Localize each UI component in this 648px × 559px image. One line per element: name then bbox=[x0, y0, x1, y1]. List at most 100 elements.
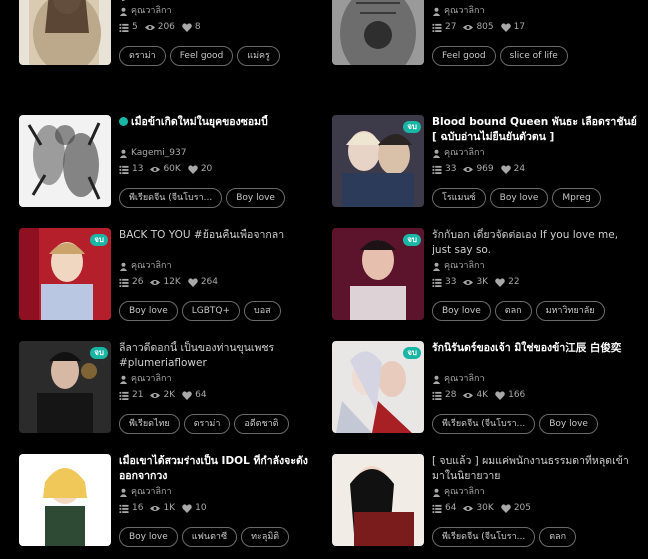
author-name: คุณวาลิกา bbox=[444, 487, 485, 497]
author-line[interactable]: คุณวาลิกา bbox=[119, 486, 324, 498]
novel-title-text: [ จบแล้ว ] ผมแค่พนักงานธรรมดาที่หลุดเข้า… bbox=[432, 455, 629, 482]
author-name: Kagemi_937 bbox=[131, 148, 187, 158]
author-line[interactable]: คุณวาลิกา bbox=[432, 373, 637, 385]
tag-pill[interactable]: พีเรียดจีน (จีนโบรา... bbox=[119, 188, 223, 208]
tag-pill[interactable]: ดราม่า bbox=[183, 414, 231, 434]
cover-image[interactable]: จบ bbox=[332, 228, 424, 320]
novel-card[interactable]: จบ ลีลาวดีดอกนี้ เป็นของท่านขุนเพชร #plum… bbox=[19, 341, 319, 441]
completed-badge: จบ bbox=[403, 234, 421, 246]
author-name: คุณวาลิกา bbox=[131, 6, 172, 16]
eye-icon bbox=[150, 504, 163, 513]
novel-title[interactable]: เมื่อเขาได้สวมร่างเป็น IDOL ที่กำลังจะดั… bbox=[119, 454, 324, 484]
novel-title[interactable]: ลีลาวดีดอกนี้ เป็นของท่านขุนเพชร #plumer… bbox=[119, 341, 324, 371]
tag-list: Boy love LGBTQ+ บอส bbox=[119, 301, 285, 321]
tag-pill[interactable]: Feel good bbox=[169, 46, 234, 66]
tag-pill[interactable]: Feel good bbox=[432, 46, 496, 66]
author-line[interactable]: คุณวาลิกา bbox=[432, 486, 637, 498]
author-line[interactable]: คุณวาลิกา bbox=[432, 5, 637, 17]
list-icon bbox=[119, 23, 132, 32]
tag-pill[interactable]: พีเรียดไทย bbox=[119, 414, 180, 434]
tag-pill[interactable]: Boy love bbox=[119, 527, 178, 547]
novel-title-text: Blood bound Queen พันธะ เลือดราชันย์ [ ฉ… bbox=[432, 116, 637, 143]
tag-pill[interactable]: Boy love bbox=[539, 414, 598, 434]
author-line[interactable]: คุณวาลิกา bbox=[432, 260, 637, 272]
cover-image[interactable]: จบ bbox=[332, 0, 424, 65]
author-line[interactable]: Kagemi_937 bbox=[119, 147, 324, 159]
card-info: ต้องมนต์ทลงใหล ภาค ๒ ( ภาคต่อจาก เรื่อง … bbox=[119, 0, 324, 33]
tag-pill[interactable]: ตลก bbox=[539, 527, 577, 547]
view-count: 60K bbox=[163, 164, 181, 174]
tag-pill[interactable]: ดราม่า bbox=[119, 46, 166, 66]
author-line[interactable]: คุณวาลิกา bbox=[432, 147, 637, 159]
stats-row: 5 206 8 bbox=[119, 21, 324, 33]
eye-icon bbox=[150, 165, 163, 174]
tag-pill[interactable]: แม่ครู bbox=[237, 46, 280, 66]
completed-badge: จบ bbox=[90, 347, 108, 359]
novel-card[interactable]: เมื่อเขาได้สวมร่างเป็น IDOL ที่กำลังจะดั… bbox=[19, 454, 319, 554]
user-icon bbox=[432, 7, 444, 16]
author-line[interactable]: คุณวาลิกา bbox=[119, 373, 324, 385]
like-count: 166 bbox=[508, 390, 526, 400]
author-line[interactable]: คุณวาลิกา bbox=[119, 5, 324, 17]
novel-card[interactable]: จบ รักนิรันดร์ของเจ้า มิใช่ของข้า江辰 白俊奕 คุ… bbox=[332, 341, 632, 441]
novel-card[interactable]: จบผูกจิต ภาค ๑คุณวาลิกา2780517Feel goods… bbox=[332, 0, 632, 73]
like-count: 20 bbox=[200, 164, 213, 174]
tag-pill[interactable]: มหาวิทยาลัย bbox=[535, 301, 605, 321]
eye-icon bbox=[463, 391, 476, 400]
view-count: 2K bbox=[163, 390, 176, 400]
user-icon bbox=[432, 262, 444, 271]
cover-image[interactable] bbox=[19, 115, 111, 207]
tag-pill[interactable]: Boy love bbox=[489, 188, 549, 208]
like-count: 264 bbox=[200, 277, 218, 287]
tag-pill[interactable]: พีเรียดจีน (จีนโบรา... bbox=[432, 527, 536, 547]
tag-list: ดราม่า Feel good แม่ครู bbox=[119, 46, 284, 66]
heart-icon bbox=[501, 503, 514, 513]
novel-card[interactable]: เมื่อข้าเกิดใหม่ในยุคของซอมบี้ Kagemi_937… bbox=[19, 115, 319, 215]
tag-pill[interactable]: โรแมนซ์ bbox=[432, 188, 486, 208]
like-count: 8 bbox=[194, 22, 201, 32]
tag-pill[interactable]: Boy love bbox=[119, 301, 178, 321]
heart-icon bbox=[500, 164, 514, 174]
novel-card[interactable]: จบ รักกับอก เดี๋ยวจัดต่อเอง If you love m… bbox=[332, 228, 632, 328]
cover-image[interactable]: จบ bbox=[332, 341, 424, 433]
novel-title[interactable]: [ จบแล้ว ] ผมแค่พนักงานธรรมดาที่หลุดเข้า… bbox=[432, 454, 637, 484]
novel-title[interactable]: เมื่อข้าเกิดใหม่ในยุคของซอมบี้ bbox=[119, 115, 324, 145]
novel-card[interactable]: [ จบแล้ว ] ผมแค่พนักงานธรรมดาที่หลุดเข้า… bbox=[332, 454, 632, 554]
tag-pill[interactable]: Boy love bbox=[432, 301, 491, 321]
tag-pill[interactable]: ทะลุมิติ bbox=[241, 527, 290, 547]
like-count: 17 bbox=[513, 22, 526, 32]
cover-image[interactable] bbox=[332, 454, 424, 546]
like-count: 22 bbox=[508, 277, 520, 287]
list-icon bbox=[432, 278, 445, 287]
tag-list: Boy love แฟนตาซี ทะลุมิติ bbox=[119, 527, 293, 547]
novel-title[interactable]: ผูกจิต ภาค ๑ bbox=[432, 0, 637, 3]
tag-pill[interactable]: Boy love bbox=[226, 188, 285, 208]
list-icon bbox=[119, 278, 132, 287]
novel-title-text: เมื่อข้าเกิดใหม่ในยุคของซอมบี้ bbox=[131, 116, 268, 128]
tag-pill[interactable]: พีเรียดจีน (จีนโบรา... bbox=[432, 414, 536, 434]
novel-title[interactable]: Blood bound Queen พันธะ เลือดราชันย์ [ ฉ… bbox=[432, 115, 637, 145]
novel-card[interactable]: จบ BACK TO YOU #ย้อนคืนเพื่อจากลา คุณวาลิก… bbox=[19, 228, 319, 328]
author-line[interactable]: คุณวาลิกา bbox=[119, 260, 324, 272]
novel-title[interactable]: รักนิรันดร์ของเจ้า มิใช่ของข้า江辰 白俊奕 bbox=[432, 341, 637, 371]
list-icon bbox=[432, 391, 445, 400]
novel-title[interactable]: รักกับอก เดี๋ยวจัดต่อเอง If you love me,… bbox=[432, 228, 637, 258]
novel-card[interactable]: จบ Blood bound Queen พันธะ เลือดราชันย์ [… bbox=[332, 115, 637, 215]
tag-pill[interactable]: LGBTQ+ bbox=[181, 301, 241, 321]
heart-icon bbox=[495, 277, 508, 287]
novel-title[interactable]: ต้องมนต์ทลงใหล ภาค ๒ ( ภาคต่อจาก เรื่อง … bbox=[119, 0, 324, 3]
tag-pill[interactable]: slice of life bbox=[499, 46, 568, 66]
tag-pill[interactable]: อดีตชาติ bbox=[234, 414, 289, 434]
tag-pill[interactable]: ตลก bbox=[494, 301, 532, 321]
cover-image[interactable]: จบ bbox=[19, 228, 111, 320]
novel-title[interactable]: BACK TO YOU #ย้อนคืนเพื่อจากลา bbox=[119, 228, 324, 258]
cover-image[interactable] bbox=[19, 0, 111, 65]
eye-icon bbox=[150, 391, 163, 400]
novel-card[interactable]: ต้องมนต์ทลงใหล ภาค ๒ ( ภาคต่อจาก เรื่อง … bbox=[19, 0, 319, 73]
cover-image[interactable] bbox=[19, 454, 111, 546]
tag-pill[interactable]: แฟนตาซี bbox=[181, 527, 238, 547]
cover-image[interactable]: จบ bbox=[19, 341, 111, 433]
cover-image[interactable]: จบ bbox=[332, 115, 424, 207]
tag-pill[interactable]: Mpreg bbox=[552, 188, 601, 208]
tag-pill[interactable]: บอส bbox=[244, 301, 281, 321]
